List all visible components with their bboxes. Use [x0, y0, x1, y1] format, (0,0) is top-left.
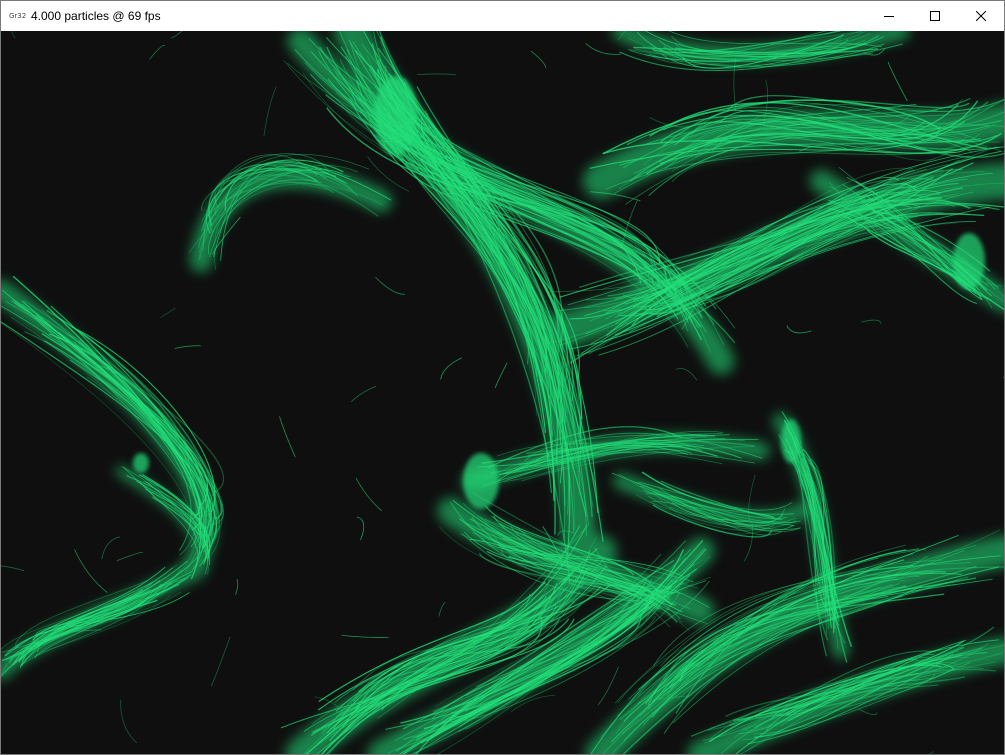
particle-wisp: [356, 516, 365, 541]
particle-wisp: [101, 536, 121, 560]
particle-wisp: [861, 319, 882, 324]
app-icon: Gr32: [9, 12, 27, 20]
particle-wisp: [174, 345, 201, 349]
particle-wisp: [733, 57, 737, 112]
particle-wisp: [235, 578, 239, 595]
particle-flow-render: [1, 31, 1004, 754]
particle-wisp: [440, 357, 463, 380]
close-button[interactable]: [958, 1, 1004, 31]
particle-strand: [726, 95, 1004, 112]
particle-wisp: [149, 44, 166, 60]
particle-wisp: [355, 477, 383, 512]
particle-hotspot: [781, 419, 801, 463]
particle-wisp: [530, 50, 547, 68]
particle-wisp: [1, 565, 25, 572]
particle-hotspot: [374, 76, 418, 156]
particle-hotspot: [133, 453, 149, 473]
minimize-icon: [884, 16, 894, 17]
particle-wisp: [597, 666, 619, 706]
maximize-icon: [930, 11, 940, 21]
particle-wisp: [887, 61, 908, 102]
particle-wisp: [585, 43, 622, 55]
particle-wisp: [374, 276, 405, 295]
particle-wisp: [786, 325, 812, 334]
particle-wisp: [279, 416, 296, 458]
particle-wisp: [494, 362, 508, 389]
particle-strand: [12, 298, 220, 553]
particle-wisp: [858, 708, 878, 716]
window-controls: [866, 1, 1004, 31]
particle-wisp: [928, 751, 935, 754]
particle-hotspot: [463, 453, 499, 509]
particle-wisp: [160, 307, 176, 319]
particle-wisp: [120, 699, 138, 744]
app-window: Gr32 4.000 particles @ 69 fps: [0, 0, 1005, 755]
particle-wisp: [351, 385, 377, 403]
particle-hotspot: [953, 233, 985, 289]
particle-wisp: [263, 86, 277, 137]
particle-wisp: [341, 634, 389, 638]
window-title: 4.000 particles @ 69 fps: [31, 9, 161, 23]
particle-wisp: [417, 73, 456, 76]
particle-wisp: [211, 636, 231, 687]
close-icon: [976, 11, 986, 21]
particle-wisp: [1002, 376, 1004, 379]
particle-wisp: [438, 601, 446, 617]
title-bar[interactable]: Gr32 4.000 particles @ 69 fps: [1, 1, 1004, 31]
particle-wisp: [116, 551, 143, 562]
particle-canvas[interactable]: [1, 31, 1004, 754]
particle-wisp: [170, 31, 183, 39]
maximize-button[interactable]: [912, 1, 958, 31]
minimize-button[interactable]: [866, 1, 912, 31]
particle-wisp: [11, 31, 16, 39]
particle-wisp: [675, 368, 698, 381]
